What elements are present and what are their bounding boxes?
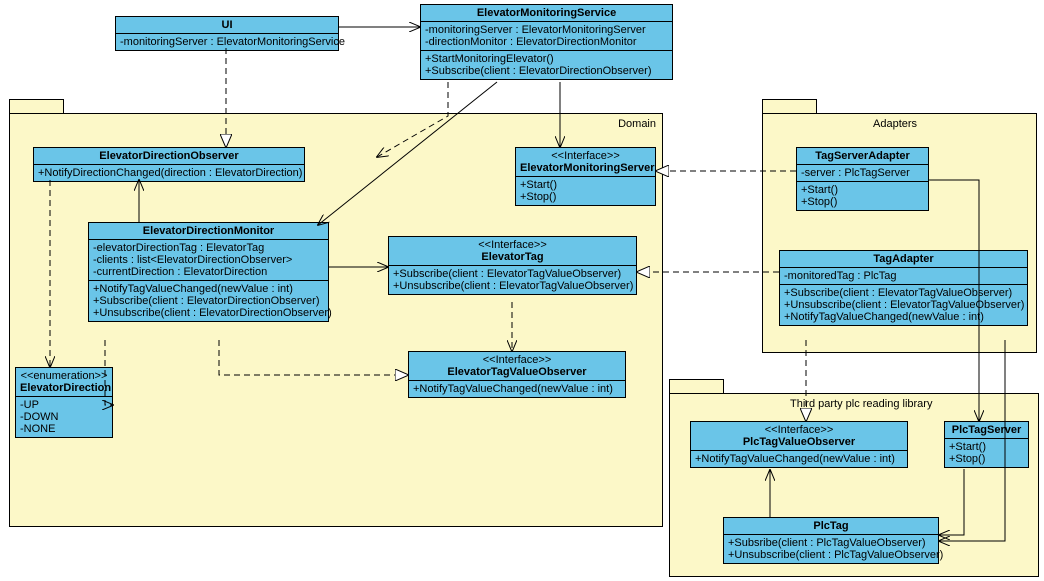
class-name-ptvo: PlcTagValueObserver <box>695 436 903 448</box>
op: +Stop() <box>801 196 924 208</box>
package-tab-thirdparty <box>669 379 724 393</box>
attr: -DOWN <box>20 411 108 423</box>
stereotype: <<Interface>> <box>520 150 651 162</box>
attr: -elevatorDirectionTag : ElevatorTag <box>93 242 324 254</box>
op: +Subsribe(client : PlcTagValueObserver) <box>728 537 934 549</box>
op: +Unsubscribe(client : ElevatorDirectionO… <box>93 307 324 319</box>
op: +Start() <box>949 441 1024 453</box>
class-name-etvo: ElevatorTagValueObserver <box>413 366 621 378</box>
package-tab-adapters <box>762 99 817 113</box>
class-name-emserver: ElevatorMonitoringServer <box>520 162 651 174</box>
class-edm: ElevatorDirectionMonitor -elevatorDirect… <box>88 222 329 322</box>
op: +NotifyDirectionChanged(direction : Elev… <box>38 167 300 179</box>
stereotype: <<Interface>> <box>695 424 903 436</box>
attr: -NONE <box>20 423 108 435</box>
package-label-thirdparty: Third party plc reading library <box>790 398 932 410</box>
attr: -UP <box>20 399 108 411</box>
op: +Subscribe(client : ElevatorDirectionObs… <box>425 65 668 77</box>
attr: -clients : list<ElevatorDirectionObserve… <box>93 254 324 266</box>
class-name-pts: PlcTagServer <box>945 422 1028 439</box>
class-name-edm: ElevatorDirectionMonitor <box>89 223 328 240</box>
class-etvo: <<Interface>> ElevatorTagValueObserver +… <box>408 351 626 398</box>
class-name-edo: ElevatorDirectionObserver <box>34 148 304 165</box>
op: +Start() <box>520 179 651 191</box>
op: +Stop() <box>949 453 1024 465</box>
op: +Subscribe(client : ElevatorTagValueObse… <box>393 268 632 280</box>
op: +Unsubscribe(client : ElevatorTagValueOb… <box>393 280 632 292</box>
class-ui: UI -monitoringServer : ElevatorMonitorin… <box>115 16 339 51</box>
class-ptag: PlcTag +Subsribe(client : PlcTagValueObs… <box>723 517 939 564</box>
op: +Subscribe(client : ElevatorTagValueObse… <box>784 287 1023 299</box>
attr: -server : PlcTagServer <box>801 167 924 179</box>
class-name-tsa: TagServerAdapter <box>797 148 928 165</box>
op: +NotifyTagValueChanged(newValue : int) <box>695 453 903 465</box>
class-emserver: <<Interface>> ElevatorMonitoringServer +… <box>515 147 656 206</box>
class-edo: ElevatorDirectionObserver +NotifyDirecti… <box>33 147 305 182</box>
class-pts: PlcTagServer +Start() +Stop() <box>944 421 1029 468</box>
op: +Unsubscribe(client : PlcTagValueObserve… <box>728 549 934 561</box>
class-tsa: TagServerAdapter -server : PlcTagServer … <box>796 147 929 211</box>
class-name-ta: TagAdapter <box>780 251 1027 268</box>
stereotype: <<Interface>> <box>393 239 632 251</box>
attr: -directionMonitor : ElevatorDirectionMon… <box>425 36 668 48</box>
class-etag: <<Interface>> ElevatorTag +Subscribe(cli… <box>388 236 637 295</box>
stereotype: <<enumeration>> <box>20 370 108 382</box>
class-name-etag: ElevatorTag <box>393 251 632 263</box>
op: +Stop() <box>520 191 651 203</box>
attr: -monitoredTag : PlcTag <box>784 270 1023 282</box>
class-ptvo: <<Interface>> PlcTagValueObserver +Notif… <box>690 421 908 468</box>
package-label-adapters: Adapters <box>873 118 917 130</box>
op: +NotifyTagValueChanged(newValue : int) <box>784 311 1023 323</box>
op: +NotifyTagValueChanged(newValue : int) <box>413 383 621 395</box>
op: +Subscribe(client : ElevatorDirectionObs… <box>93 295 324 307</box>
attr: -monitoringServer : ElevatorMonitoringSe… <box>120 36 334 48</box>
attr: -monitoringServer : ElevatorMonitoringSe… <box>425 24 668 36</box>
class-edir: <<enumeration>> ElevatorDirection -UP -D… <box>15 367 113 438</box>
op: +Unsubscribe(client : ElevatorTagValueOb… <box>784 299 1023 311</box>
attr: -currentDirection : ElevatorDirection <box>93 266 324 278</box>
stereotype: <<Interface>> <box>413 354 621 366</box>
package-tab-domain <box>9 99 64 113</box>
class-name-ems: ElevatorMonitoringService <box>421 5 672 22</box>
op: +Start() <box>801 184 924 196</box>
class-ta: TagAdapter -monitoredTag : PlcTag +Subsc… <box>779 250 1028 326</box>
op: +StartMonitoringElevator() <box>425 53 668 65</box>
class-name-edir: ElevatorDirection <box>20 382 108 394</box>
class-name-ptag: PlcTag <box>724 518 938 535</box>
class-ems: ElevatorMonitoringService -monitoringSer… <box>420 4 673 80</box>
op: +NotifyTagValueChanged(newValue : int) <box>93 283 324 295</box>
package-label-domain: Domain <box>618 118 656 130</box>
class-name-ui: UI <box>116 17 338 34</box>
